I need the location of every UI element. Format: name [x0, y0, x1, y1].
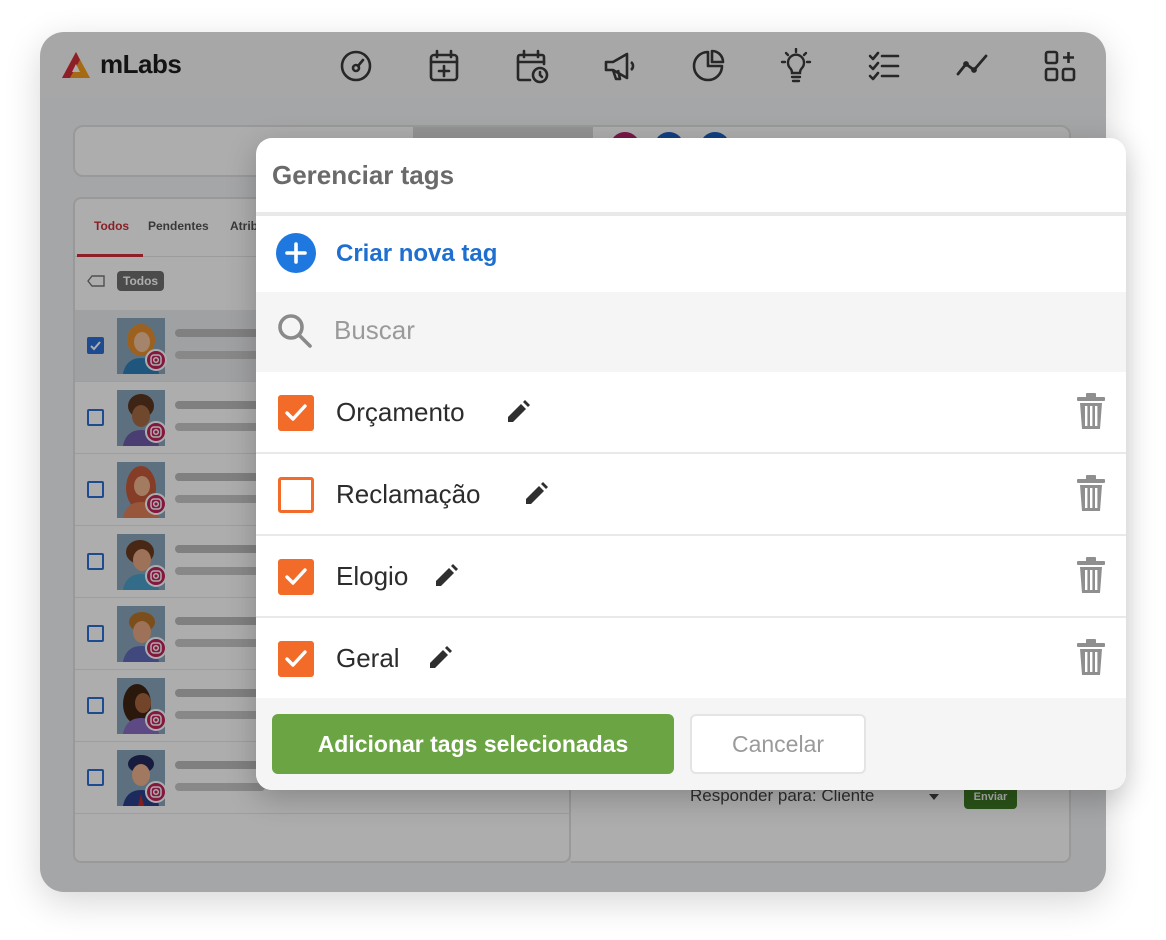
trash-icon[interactable]	[1076, 556, 1106, 594]
edit-pencil-icon[interactable]	[504, 398, 532, 426]
create-tag-row[interactable]: Criar nova tag	[256, 216, 1126, 292]
add-circle-icon[interactable]	[276, 233, 316, 273]
tag-row[interactable]: Orçamento	[256, 372, 1126, 454]
edit-pencil-icon[interactable]	[426, 644, 454, 672]
tag-checkbox[interactable]	[278, 559, 314, 595]
trash-icon[interactable]	[1076, 474, 1106, 512]
trash-icon[interactable]	[1076, 392, 1106, 430]
edit-pencil-icon[interactable]	[522, 480, 550, 508]
manage-tags-modal: Gerenciar tags Criar nova tag Orçamento …	[256, 138, 1126, 790]
modal-title: Gerenciar tags	[272, 160, 455, 190]
tag-name: Geral	[336, 643, 400, 673]
edit-pencil-icon[interactable]	[432, 562, 460, 590]
search-icon	[278, 314, 312, 348]
tag-name: Reclamação	[336, 479, 481, 509]
tag-row[interactable]: Geral	[256, 618, 1126, 700]
add-selected-tags-button[interactable]: Adicionar tags selecionadas	[272, 714, 674, 774]
tag-checkbox[interactable]	[278, 641, 314, 677]
cancel-button[interactable]: Cancelar	[690, 714, 866, 774]
modal-footer: Adicionar tags selecionadas Cancelar	[256, 698, 1126, 790]
tag-checkbox[interactable]	[278, 395, 314, 431]
tag-row[interactable]: Reclamação	[256, 454, 1126, 536]
tag-search-input[interactable]	[334, 310, 834, 350]
create-tag-link[interactable]: Criar nova tag	[336, 240, 497, 268]
tag-row[interactable]: Elogio	[256, 536, 1126, 618]
tag-search-row	[256, 292, 1126, 372]
tag-name: Elogio	[336, 561, 409, 591]
tag-checkbox[interactable]	[278, 477, 314, 513]
tag-name: Orçamento	[336, 397, 465, 427]
trash-icon[interactable]	[1076, 638, 1106, 676]
